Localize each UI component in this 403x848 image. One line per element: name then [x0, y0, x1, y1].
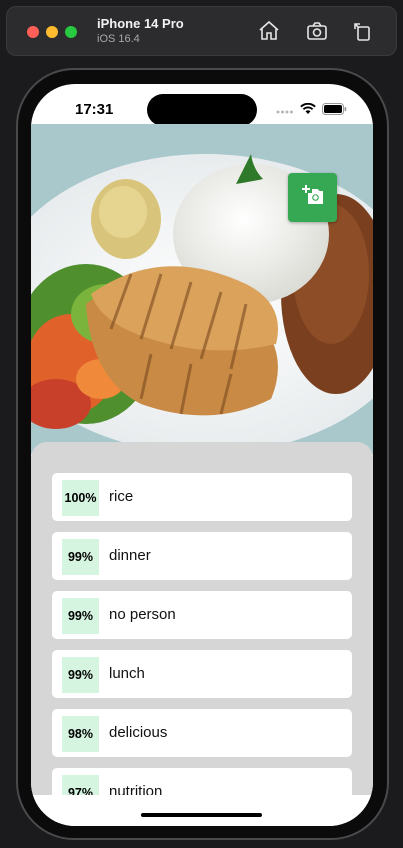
signal-dots-icon [276, 102, 294, 120]
tag-label: no person [109, 606, 176, 623]
dynamic-island [147, 94, 257, 126]
status-time: 17:31 [75, 101, 114, 118]
battery-icon [322, 102, 347, 120]
list-item[interactable]: 99% lunch [52, 650, 352, 698]
wifi-icon [300, 102, 316, 120]
zoom-window-button[interactable] [65, 26, 77, 38]
close-window-button[interactable] [27, 26, 39, 38]
tag-label: delicious [109, 724, 168, 741]
list-item[interactable]: 98% delicious [52, 709, 352, 757]
add-photo-icon [301, 183, 325, 212]
minimize-window-button[interactable] [46, 26, 58, 38]
confidence-badge: 98% [62, 716, 99, 752]
home-icon[interactable] [257, 19, 281, 43]
list-item[interactable]: 99% no person [52, 591, 352, 639]
tag-label: rice [109, 488, 134, 505]
add-photo-button[interactable] [288, 173, 337, 222]
list-item[interactable]: 99% dinner [52, 532, 352, 580]
device-name: iPhone 14 Pro [97, 16, 184, 31]
confidence-badge: 99% [62, 657, 99, 693]
rotate-icon[interactable] [351, 19, 375, 43]
list-item[interactable]: 100% rice [52, 473, 352, 521]
screenshot-icon[interactable] [305, 19, 329, 43]
status-icons [276, 102, 347, 120]
os-version: iOS 16.4 [97, 33, 140, 45]
tag-label: dinner [109, 547, 151, 564]
phone-screen: 17:31 100% rice 99% dinner 99% no person… [31, 84, 373, 826]
results-panel: 100% rice 99% dinner 99% no person 99% l… [31, 442, 373, 826]
confidence-badge: 99% [62, 539, 99, 575]
home-indicator[interactable] [141, 813, 262, 817]
food-photo [31, 124, 373, 454]
confidence-badge: 100% [62, 480, 99, 516]
home-indicator-area [31, 795, 373, 826]
tag-label: lunch [109, 665, 145, 682]
simulator-title-bar: iPhone 14 Pro iOS 16.4 [6, 6, 397, 56]
confidence-badge: 99% [62, 598, 99, 634]
